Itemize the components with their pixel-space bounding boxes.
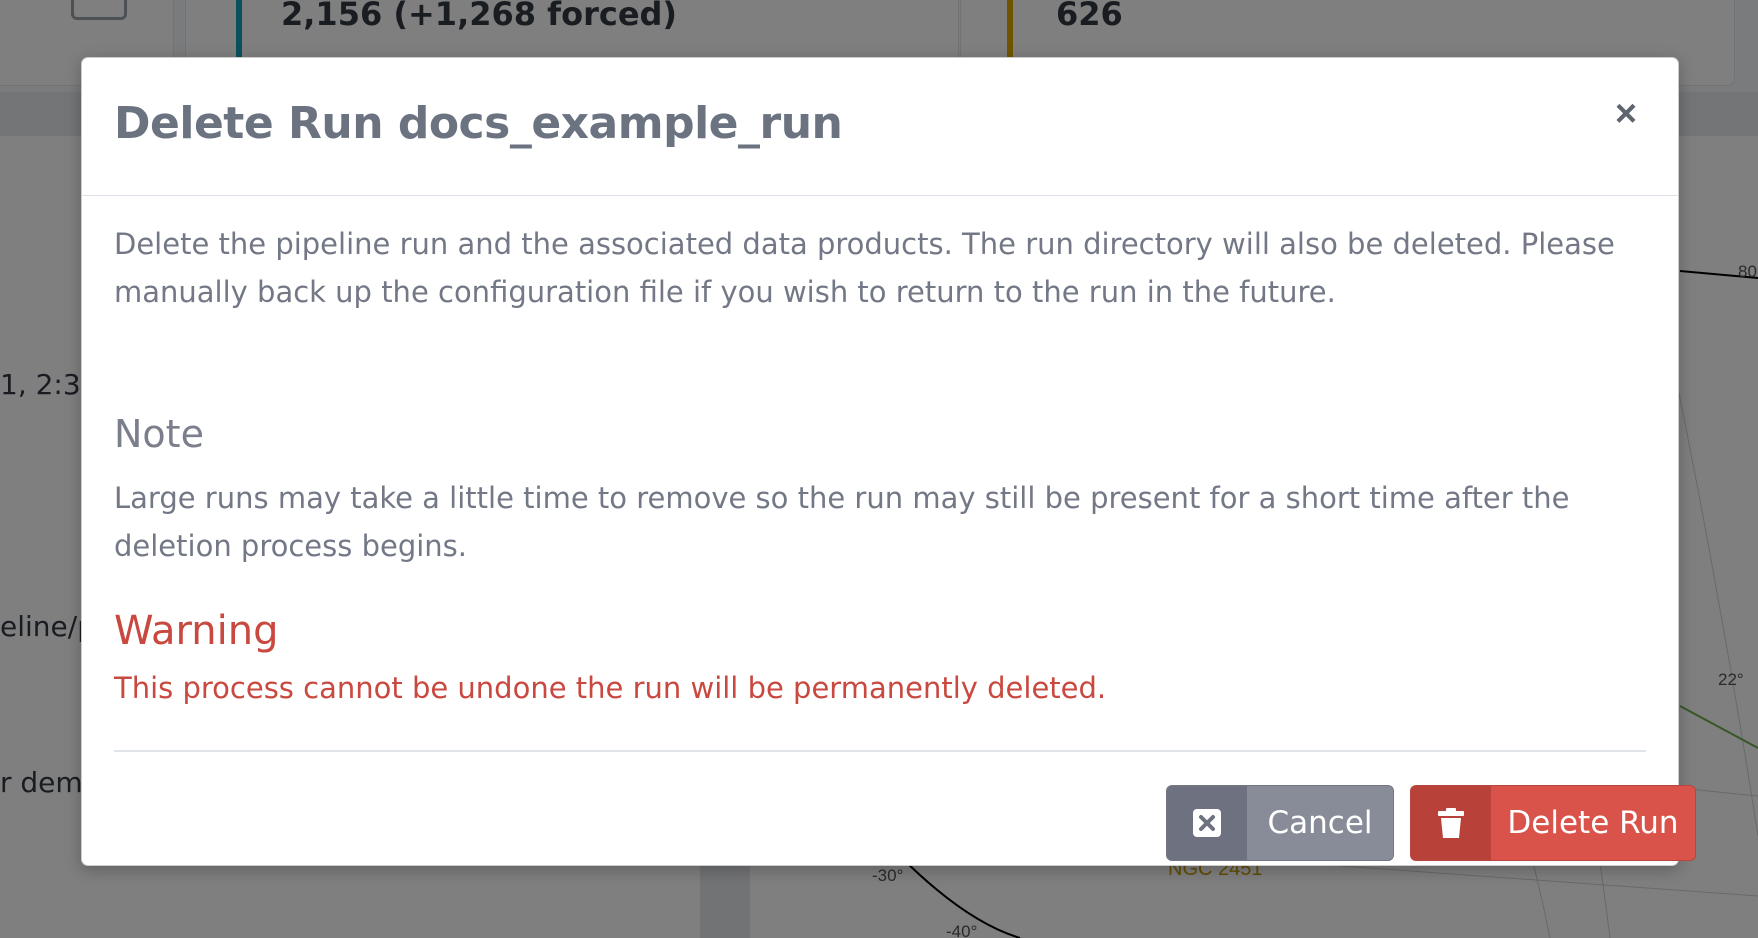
note-heading: Note: [114, 412, 204, 456]
delete-run-label: Delete Run: [1507, 805, 1679, 841]
cancel-button[interactable]: Cancel: [1166, 785, 1394, 861]
window-close-icon: [1167, 786, 1247, 860]
modal-title: Delete Run docs_example_run: [114, 98, 843, 149]
modal-header: Delete Run docs_example_run ×: [82, 58, 1678, 196]
warning-heading: Warning: [114, 608, 279, 654]
delete-run-modal: Delete Run docs_example_run × Delete the…: [81, 57, 1696, 866]
close-icon: ×: [1614, 93, 1638, 135]
delete-run-button[interactable]: Delete Run: [1410, 785, 1696, 861]
cancel-label: Cancel: [1267, 805, 1373, 841]
warning-text: This process cannot be undone the run wi…: [114, 671, 1107, 705]
close-button[interactable]: ×: [1606, 94, 1646, 134]
description-text: Delete the pipeline run and the associat…: [114, 227, 1615, 309]
modal-footer-divider: [114, 750, 1646, 752]
trash-icon: [1411, 786, 1491, 860]
note-text: Large runs may take a little time to rem…: [114, 481, 1570, 563]
